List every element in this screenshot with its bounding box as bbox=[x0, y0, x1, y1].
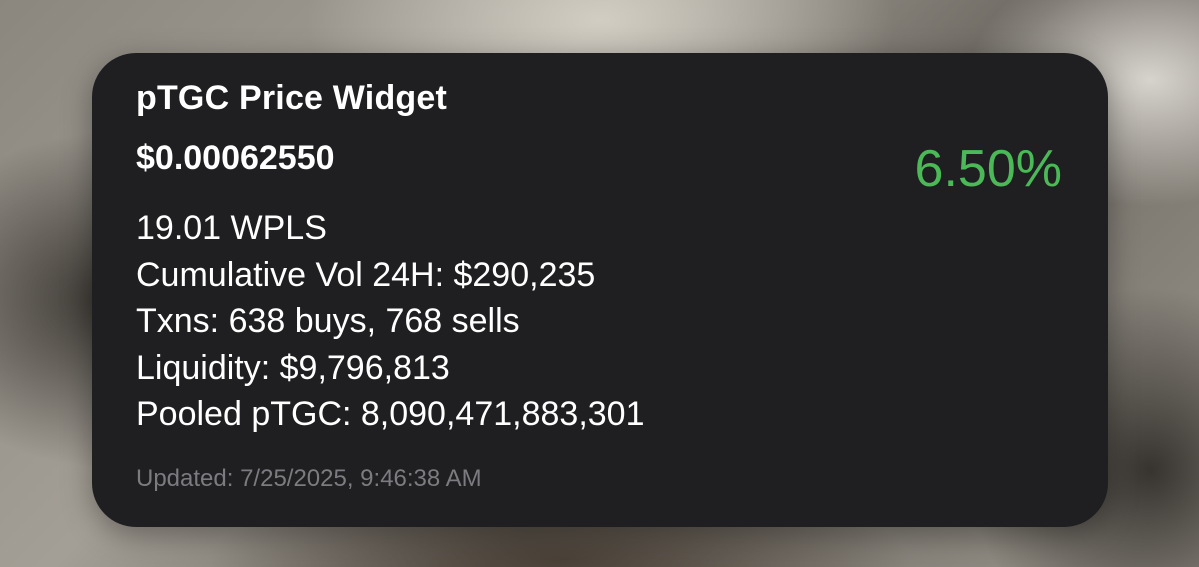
transactions-count: Txns: 638 buys, 768 sells bbox=[136, 302, 520, 340]
price-widget[interactable]: pTGC Price Widget $0.00062550 6.50% 19.0… bbox=[92, 53, 1108, 527]
token-price: $0.00062550 bbox=[136, 139, 335, 177]
stats-list: 19.01 WPLS Cumulative Vol 24H: $290,235 … bbox=[136, 205, 645, 438]
volume-24h: Cumulative Vol 24H: $290,235 bbox=[136, 255, 596, 294]
wpls-value: 19.01 WPLS bbox=[136, 209, 327, 247]
liquidity-value: Liquidity: $9,796,813 bbox=[136, 348, 450, 387]
widget-title: pTGC Price Widget bbox=[136, 79, 448, 117]
updated-timestamp: Updated: 7/25/2025, 9:46:38 AM bbox=[136, 465, 482, 492]
price-change-percent: 6.50% bbox=[914, 140, 1062, 198]
pooled-tokens: Pooled pTGC: 8,090,471,883,301 bbox=[136, 395, 645, 433]
